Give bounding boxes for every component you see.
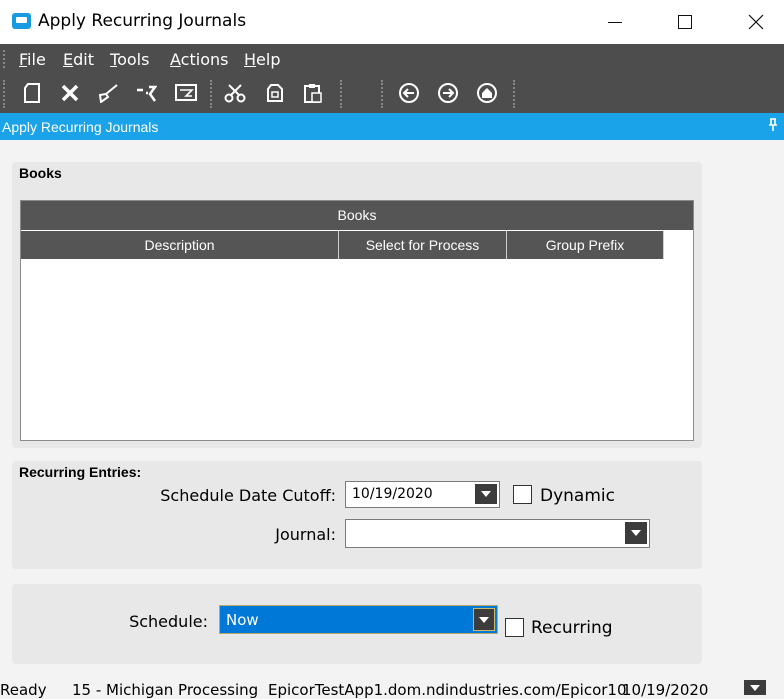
dynamic-label: Dynamic (540, 486, 615, 506)
home-icon (477, 83, 497, 103)
status-date: 10/19/2020 (622, 681, 709, 699)
journal-combo[interactable] (345, 519, 650, 548)
column-header-select-for-process[interactable]: Select for Process (339, 231, 507, 259)
schedule-combo[interactable]: Now (219, 605, 498, 634)
menu-grip[interactable] (3, 50, 5, 68)
toolbar-grip[interactable] (3, 80, 5, 108)
schedule-date-cutoff-label: Schedule Date Cutoff: (160, 486, 336, 505)
status-bar: Ready 15 - Michigan Processing EpicorTes… (0, 675, 784, 699)
cut-button[interactable] (223, 81, 247, 105)
schedule-date-cutoff-value: 10/19/2020 (352, 486, 433, 502)
panel-title: Apply Recurring Journals (2, 119, 159, 135)
menu-tools[interactable]: Tools (110, 50, 149, 69)
schedule-value: Now (226, 611, 259, 629)
books-grid[interactable]: Books Description Select for Process Gro… (20, 200, 694, 441)
panel-header: Apply Recurring Journals (0, 113, 784, 140)
schedule-date-cutoff-picker[interactable]: 10/19/2020 (345, 481, 500, 508)
app-icon (12, 13, 31, 29)
pin-icon[interactable] (768, 118, 778, 132)
books-grid-caption: Books (21, 201, 693, 230)
paste-icon (304, 84, 322, 103)
menu-help[interactable]: Help (244, 50, 280, 69)
toolbar-separator (513, 80, 515, 108)
clear-icon (98, 84, 118, 103)
close-button[interactable] (733, 0, 779, 44)
schedule-label: Schedule: (129, 612, 208, 631)
refresh-button[interactable] (134, 81, 158, 105)
maximize-button[interactable] (662, 0, 708, 44)
delete-button[interactable] (58, 81, 82, 105)
chevron-down-icon (750, 684, 760, 691)
back-icon (399, 83, 419, 103)
maximize-icon (678, 15, 692, 29)
status-dropdown-button[interactable] (744, 680, 766, 695)
back-button[interactable] (397, 81, 421, 105)
refresh-icon (137, 85, 157, 102)
delete-icon (61, 84, 79, 102)
dynamic-checkbox[interactable] (513, 485, 532, 504)
title-bar: Apply Recurring Journals (0, 0, 784, 44)
toolbar (0, 74, 784, 113)
forward-icon (438, 83, 458, 103)
toolbar-separator (210, 80, 212, 108)
clear-button[interactable] (96, 81, 120, 105)
window-title: Apply Recurring Journals (38, 11, 247, 31)
date-dropdown-button[interactable] (475, 484, 497, 504)
toolbar-grip[interactable] (381, 80, 383, 108)
recurring-checkbox[interactable] (505, 618, 524, 637)
books-group-label: Books (19, 165, 62, 181)
print-preview-icon (175, 84, 197, 101)
recurring-label: Recurring (531, 618, 613, 638)
journal-label: Journal: (275, 525, 336, 544)
copy-icon (267, 84, 283, 102)
column-header-description[interactable]: Description (21, 231, 339, 259)
status-company: 15 - Michigan Processing (72, 681, 259, 699)
forward-button[interactable] (436, 81, 460, 105)
schedule-dropdown-button[interactable] (473, 608, 495, 631)
recurring-entries-label: Recurring Entries: (19, 464, 142, 480)
chevron-down-icon (481, 491, 491, 497)
status-server: EpicorTestApp1.dom.ndindustries.com/Epic… (268, 681, 627, 699)
status-state: Ready (0, 681, 47, 699)
paste-button[interactable] (301, 81, 325, 105)
print-preview-button[interactable] (174, 81, 198, 105)
new-icon (24, 83, 40, 103)
cut-icon (224, 84, 246, 103)
home-button[interactable] (475, 81, 499, 105)
menu-actions[interactable]: Actions (170, 50, 228, 69)
new-button[interactable] (20, 81, 44, 105)
close-icon (748, 14, 764, 30)
menu-edit[interactable]: Edit (63, 50, 94, 69)
minimize-icon (608, 21, 622, 23)
menu-file[interactable]: File (19, 50, 46, 69)
copy-button[interactable] (263, 81, 287, 105)
chevron-down-icon (479, 616, 489, 623)
menu-bar: File Edit Tools Actions Help (0, 44, 784, 74)
toolbar-separator (340, 80, 342, 108)
column-header-group-prefix[interactable]: Group Prefix (507, 231, 664, 259)
journal-dropdown-button[interactable] (625, 522, 647, 544)
chevron-down-icon (631, 530, 641, 536)
minimize-button[interactable] (592, 0, 638, 44)
